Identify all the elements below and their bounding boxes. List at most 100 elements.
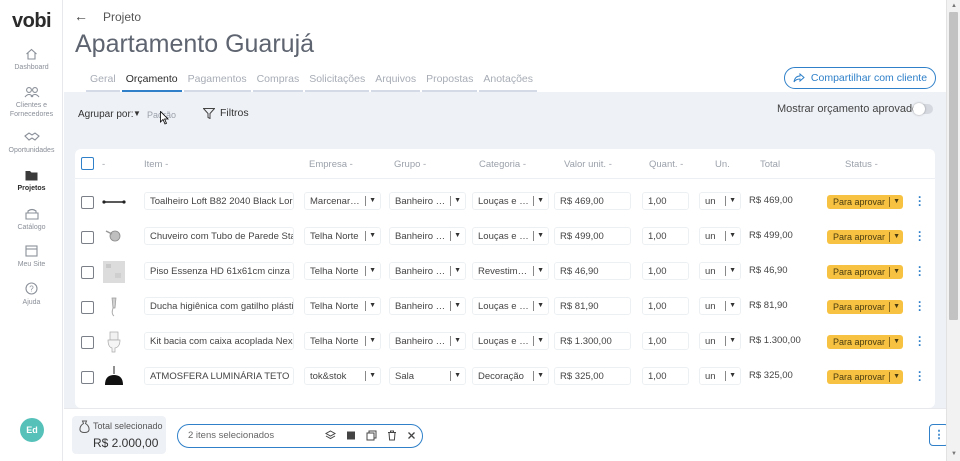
empresa-select[interactable]: Telha Norte ▼ xyxy=(304,297,381,315)
column-header-categoria[interactable]: Categoria - xyxy=(479,159,526,170)
column-header-empresa[interactable]: Empresa - xyxy=(309,159,353,170)
status-badge[interactable]: Para aprovar ▼ xyxy=(827,370,903,384)
sidebar-item-oportunidades[interactable]: Oportunidades xyxy=(0,131,63,155)
item-name-field[interactable]: Toalheiro Loft B82 2040 Black Lorenz xyxy=(144,192,294,210)
share-with-client-button[interactable]: Compartilhar com cliente xyxy=(784,67,936,89)
categoria-select[interactable]: Louças e me...▼ xyxy=(472,227,549,245)
valor-unit-field[interactable]: R$ 1.300,00 xyxy=(554,332,631,350)
status-badge[interactable]: Para aprovar ▼ xyxy=(827,335,903,349)
item-name-field[interactable]: Kit bacia com caixa acoplada Nexo com xyxy=(144,332,294,350)
status-badge[interactable]: Para aprovar ▼ xyxy=(827,300,903,314)
tab-compras[interactable]: Compras xyxy=(252,73,304,92)
table-row[interactable]: Ducha higiênica com gatilho plástico Tel… xyxy=(75,291,935,326)
unit-select[interactable]: un ▼ xyxy=(699,332,741,350)
empresa-select[interactable]: Telha Norte ▼ xyxy=(304,332,381,350)
valor-unit-field[interactable]: R$ 469,00 xyxy=(554,192,631,210)
scroll-thumb[interactable] xyxy=(949,12,958,320)
empresa-select[interactable]: tok&stok ▼ xyxy=(304,367,381,385)
tab-propostas[interactable]: Propostas xyxy=(422,73,478,92)
sidebar-item-dashboard[interactable]: Dashboard xyxy=(0,48,63,72)
sidebar-item-meu-site[interactable]: Meu Site xyxy=(0,245,63,269)
item-name-field[interactable]: Chuveiro com Tubo de Parede Standard xyxy=(144,227,294,245)
unit-select[interactable]: un ▼ xyxy=(699,262,741,280)
column-header-status[interactable]: Status - xyxy=(845,159,878,170)
quantity-field[interactable]: 1,00 xyxy=(642,262,689,280)
quantity-field[interactable]: 1,00 xyxy=(642,332,689,350)
unit-select[interactable]: un ▼ xyxy=(699,227,741,245)
table-row[interactable]: ATMOSFERA LUMINÁRIA TETO tok&stok ▼ Sala ▼… xyxy=(75,361,935,396)
categoria-select[interactable]: Louças e me...▼ xyxy=(472,192,549,210)
page-scrollbar[interactable]: ▲ ▼ xyxy=(946,0,960,461)
row-checkbox[interactable] xyxy=(81,371,94,384)
copy-icon[interactable] xyxy=(366,430,377,441)
categoria-select[interactable]: Revestiment... ▼ xyxy=(472,262,549,280)
column-header-item[interactable]: Item - xyxy=(144,159,168,170)
sidebar-item-projetos[interactable]: Projetos xyxy=(0,170,63,193)
unit-select[interactable]: un ▼ xyxy=(699,367,741,385)
back-arrow-icon[interactable]: ← xyxy=(74,8,88,24)
app-logo[interactable]: vobi xyxy=(12,10,52,33)
status-badge[interactable]: Para aprovar ▼ xyxy=(827,265,903,279)
empresa-select[interactable]: Telha Norte ▼ xyxy=(304,227,381,245)
valor-unit-field[interactable]: R$ 325,00 xyxy=(554,367,631,385)
column-header-grupo[interactable]: Grupo - xyxy=(394,159,426,170)
empresa-select[interactable]: Telha Norte ▼ xyxy=(304,262,381,280)
valor-unit-field[interactable]: R$ 499,00 xyxy=(554,227,631,245)
item-name-field[interactable]: ATMOSFERA LUMINÁRIA TETO xyxy=(144,367,294,385)
grupo-select[interactable]: Sala ▼ xyxy=(389,367,466,385)
table-row[interactable]: Toalheiro Loft B82 2040 Black Lorenz Mar… xyxy=(75,186,935,221)
caret-down-icon[interactable]: ▼ xyxy=(133,109,141,118)
row-checkbox[interactable] xyxy=(81,301,94,314)
row-checkbox[interactable] xyxy=(81,231,94,244)
layers-icon[interactable] xyxy=(325,430,336,441)
valor-unit-field[interactable]: R$ 81,90 xyxy=(554,297,631,315)
show-approved-toggle[interactable] xyxy=(913,103,933,115)
column-header-valor[interactable]: Valor unit. - xyxy=(564,159,612,170)
quantity-field[interactable]: 1,00 xyxy=(642,367,689,385)
avatar[interactable]: Ed xyxy=(20,418,44,442)
table-row[interactable]: Kit bacia com caixa acoplada Nexo com Te… xyxy=(75,326,935,361)
table-row[interactable]: Piso Essenza HD 61x61cm cinza Forte Telh… xyxy=(75,256,935,291)
row-more-icon[interactable]: · · · xyxy=(917,331,923,351)
tab-pagamentos[interactable]: Pagamentos xyxy=(183,73,251,92)
item-name-field[interactable]: Piso Essenza HD 61x61cm cinza Forte xyxy=(144,262,294,280)
column-header-thumb[interactable]: - xyxy=(102,159,105,170)
empresa-select[interactable]: Marcenaria ... ▼ xyxy=(304,192,381,210)
row-more-icon[interactable]: · · · xyxy=(917,296,923,316)
scroll-up-arrow-icon[interactable]: ▲ xyxy=(951,3,957,9)
row-more-icon[interactable]: · · · xyxy=(917,191,923,211)
trash-icon[interactable] xyxy=(387,430,397,441)
filters-button[interactable]: Filtros xyxy=(203,107,249,119)
valor-unit-field[interactable]: R$ 46,90 xyxy=(554,262,631,280)
row-more-icon[interactable]: · · · xyxy=(917,226,923,246)
sidebar-item-ajuda[interactable]: ? Ajuda xyxy=(0,282,63,307)
categoria-select[interactable]: Louças e me...▼ xyxy=(472,332,549,350)
categoria-select[interactable]: Louças e me...▼ xyxy=(472,297,549,315)
tab-arquivos[interactable]: Arquivos xyxy=(371,73,421,92)
categoria-select[interactable]: Decoração ▼ xyxy=(472,367,549,385)
row-more-icon[interactable]: · · · xyxy=(917,261,923,281)
square-icon[interactable] xyxy=(346,430,356,441)
select-all-checkbox[interactable] xyxy=(81,157,94,170)
column-header-quant[interactable]: Quant. - xyxy=(649,159,683,170)
grupo-select[interactable]: Banheiro Ca... ▼ xyxy=(389,297,466,315)
row-checkbox[interactable] xyxy=(81,196,94,209)
grupo-select[interactable]: Banheiro Ca... ▼ xyxy=(389,227,466,245)
tab-geral[interactable]: Geral xyxy=(86,73,120,92)
quantity-field[interactable]: 1,00 xyxy=(642,192,689,210)
table-row[interactable]: Chuveiro com Tubo de Parede Standard Tel… xyxy=(75,221,935,256)
unit-select[interactable]: un ▼ xyxy=(699,297,741,315)
tab-solicitacoes[interactable]: Solicitações xyxy=(305,73,370,92)
row-more-icon[interactable]: · · · xyxy=(917,366,923,386)
tab-anotacoes[interactable]: Anotações xyxy=(479,73,537,92)
close-icon[interactable] xyxy=(407,430,416,441)
row-checkbox[interactable] xyxy=(81,266,94,279)
grupo-select[interactable]: Banheiro Ca... ▼ xyxy=(389,192,466,210)
quantity-field[interactable]: 1,00 xyxy=(642,297,689,315)
grupo-select[interactable]: Banheiro Ca... ▼ xyxy=(389,332,466,350)
tab-orcamento[interactable]: Orçamento xyxy=(121,73,182,92)
sidebar-item-catalogo[interactable]: Catálogo xyxy=(0,208,63,232)
status-badge[interactable]: Para aprovar ▼ xyxy=(827,230,903,244)
item-name-field[interactable]: Ducha higiênica com gatilho plástico xyxy=(144,297,294,315)
sidebar-item-clientes[interactable]: Clientes e Fornecedores xyxy=(0,86,63,119)
